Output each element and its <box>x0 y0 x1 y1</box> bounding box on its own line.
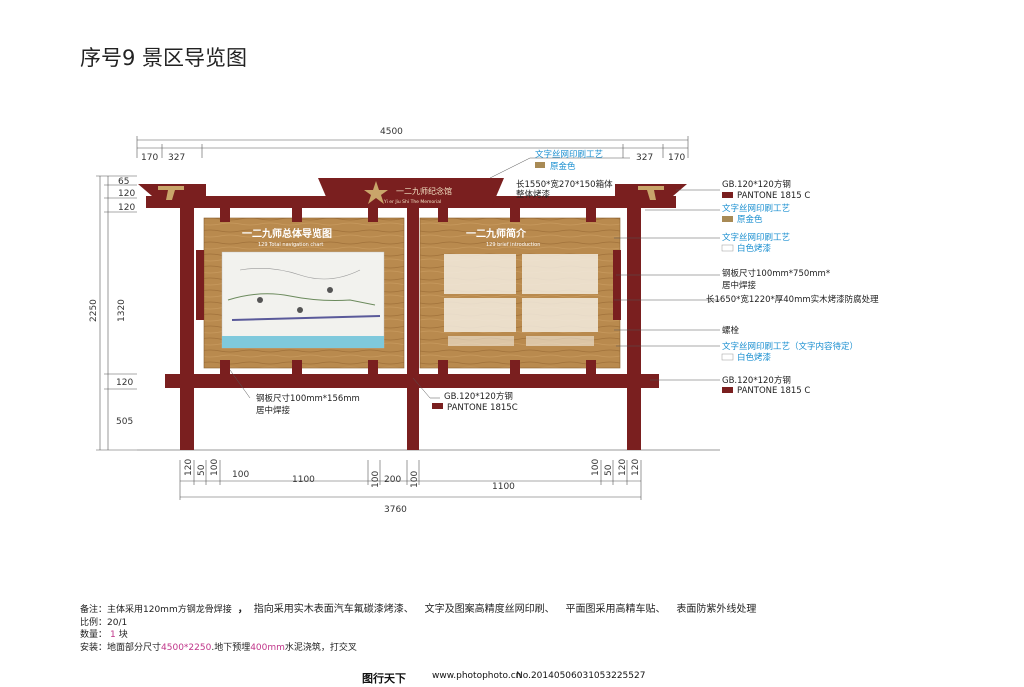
ann-r2-a: 文字丝网印刷工艺 <box>722 203 790 214</box>
dim-bottom-c2: 100 <box>232 470 249 480</box>
ann-r2-b: 原金色 <box>737 214 763 225</box>
ann-r8-b: PANTONE 1815 C <box>737 386 810 396</box>
pantone-swatch-3 <box>432 403 443 409</box>
dim-bottom-a: 120 <box>184 459 194 476</box>
ann-b2-a: GB.120*120方钢 <box>444 391 513 402</box>
map-river <box>222 336 384 348</box>
dim-bottom-w2: 1100 <box>492 482 515 492</box>
ann-r5: 长1650*宽1220*厚40mm实木烤漆防腐处理 <box>706 294 879 305</box>
ann-r4-b: 居中焊接 <box>722 280 757 291</box>
ann-r3-b: 白色烤漆 <box>737 243 772 254</box>
note-1-f: 表面防紫外线处理 <box>676 604 757 615</box>
ann-b1-b: 居中焊接 <box>256 405 291 416</box>
ann-r7-b: 白色烤漆 <box>737 352 772 363</box>
navigation-map <box>221 251 385 349</box>
white-swatch-1 <box>721 244 734 252</box>
note-1-b: ， <box>237 604 248 615</box>
ann-box-paint: 整体烤漆 <box>516 189 551 200</box>
note-1-c: 指向采用实木表面汽车氟碳漆烤漆、 <box>253 604 414 615</box>
ann-r8-a: GB.120*120方钢 <box>722 375 791 386</box>
dim-bottom-c: 100 <box>210 459 220 476</box>
note-line-1: 备注：主体采用120mm方钢龙骨焊接 ， 指向采用实木表面汽车氟碳漆烤漆、 文字及图… <box>80 604 756 617</box>
header-cn-name: 一二九师纪念馆 <box>396 186 452 196</box>
signboard-drawing: 4500 170 327 327 170 65 120 120 2250 132… <box>89 127 879 515</box>
ann-b1-a: 钢板尺寸100mm*156mm <box>256 393 360 404</box>
note-3-a: 数量： <box>80 630 108 640</box>
note-4-d: 400mm <box>250 642 285 653</box>
watermark-url: www.photophoto.cn <box>432 671 522 681</box>
note-4-b: 4500*2250 <box>161 642 212 653</box>
dim-bottom-d: 100 <box>591 459 601 476</box>
dim-left-120a: 120 <box>118 189 135 199</box>
left-panel-subtitle: 129 Total navigation chart <box>258 242 323 248</box>
dim-left-120b: 120 <box>118 203 135 213</box>
dim-left-1320: 1320 <box>117 299 127 322</box>
ann-r1-b: PANTONE 1815 C <box>737 191 810 201</box>
note-line-4: 安装：地面部分尺寸4500*2250.地下预埋400mm水泥浇筑，打交叉 <box>80 642 756 655</box>
note-1-a: 备注：主体采用120mm方钢龙骨焊接 <box>80 605 232 615</box>
dim-top-l1: 170 <box>141 153 158 163</box>
note-4-c: .地下预埋 <box>211 642 251 653</box>
right-panel-title: 一二九师简介 <box>466 227 527 240</box>
gold-swatch-2 <box>722 216 733 222</box>
dim-left-120c: 120 <box>116 378 133 388</box>
ann-r7-a: 文字丝网印刷工艺（文字内容待定） <box>722 341 858 352</box>
dim-left-65: 65 <box>118 177 129 187</box>
dim-bottom-b: 50 <box>197 464 207 476</box>
note-line-2: 比例：20/1 <box>80 617 128 628</box>
pantone-swatch-1 <box>722 192 733 198</box>
ann-r1-a: GB.120*120方钢 <box>722 179 791 190</box>
dim-top-r2: 327 <box>636 153 653 163</box>
note-3-b: 1 <box>110 630 116 640</box>
white-swatch-2 <box>721 353 734 361</box>
dim-left-505: 505 <box>116 417 133 427</box>
note-3-c: 块 <box>118 630 128 640</box>
ann-box-size: 长1550*宽270*150箱体 <box>516 179 613 190</box>
dim-total-width: 4500 <box>380 127 403 137</box>
ann-top-print: 文字丝网印刷工艺 <box>535 149 603 160</box>
dim-left-2250: 2250 <box>89 299 99 322</box>
dim-bottom-total: 3760 <box>384 505 407 515</box>
notes-block: 备注：主体采用120mm方钢龙骨焊接 ， 指向采用实木表面汽车氟碳漆烤漆、 文字及图… <box>80 604 756 654</box>
pantone-swatch-2 <box>722 387 733 393</box>
left-panel: 一二九师总体导览图 129 Total navigation chart <box>203 217 405 369</box>
ann-r6: 螺栓 <box>722 325 740 336</box>
dim-top-r1: 170 <box>668 153 685 163</box>
note-1-d: 文字及图案高精度丝网印刷、 <box>424 604 555 615</box>
watermark-number: No.20140506031053225527 <box>516 671 646 681</box>
dim-bottom-w1: 1100 <box>292 475 315 485</box>
dim-bottom-f: 120 <box>618 459 628 476</box>
note-4-e: 水泥浇筑，打交叉 <box>284 642 357 653</box>
dim-top-l2: 327 <box>168 153 185 163</box>
right-panel-subtitle: 129 brief introduction <box>486 242 540 248</box>
dim-bottom-m1: 100 <box>371 471 381 488</box>
dim-bottom-e: 50 <box>604 464 614 476</box>
right-panel: 一二九师简介 129 brief introduction <box>419 217 621 369</box>
watermark-footer: 图行天下 www.photophoto.cn No.20140506031053… <box>0 667 1024 687</box>
top-dimensions <box>136 136 689 158</box>
gold-swatch <box>535 162 545 168</box>
note-line-3: 数量： 1 块 <box>80 629 756 642</box>
dim-bottom-m2: 200 <box>384 475 401 485</box>
ann-r3-a: 文字丝网印刷工艺 <box>722 232 790 243</box>
dim-bottom-m3: 100 <box>410 471 420 488</box>
dim-bottom-f2: 120 <box>631 459 641 476</box>
watermark-logo: 图行天下 <box>362 672 406 685</box>
ann-b2-b: PANTONE 1815C <box>447 403 518 413</box>
header-en-name: Yi er Jiu Shi The Memorial <box>383 199 441 205</box>
note-4-a: 安装：地面部分尺寸 <box>80 642 162 653</box>
ann-top-color: 原金色 <box>550 161 576 172</box>
left-panel-title: 一二九师总体导览图 <box>242 227 332 240</box>
note-1-e: 平面图采用高精车贴、 <box>565 604 666 615</box>
ann-r4-a: 钢板尺寸100mm*750mm* <box>722 268 830 279</box>
